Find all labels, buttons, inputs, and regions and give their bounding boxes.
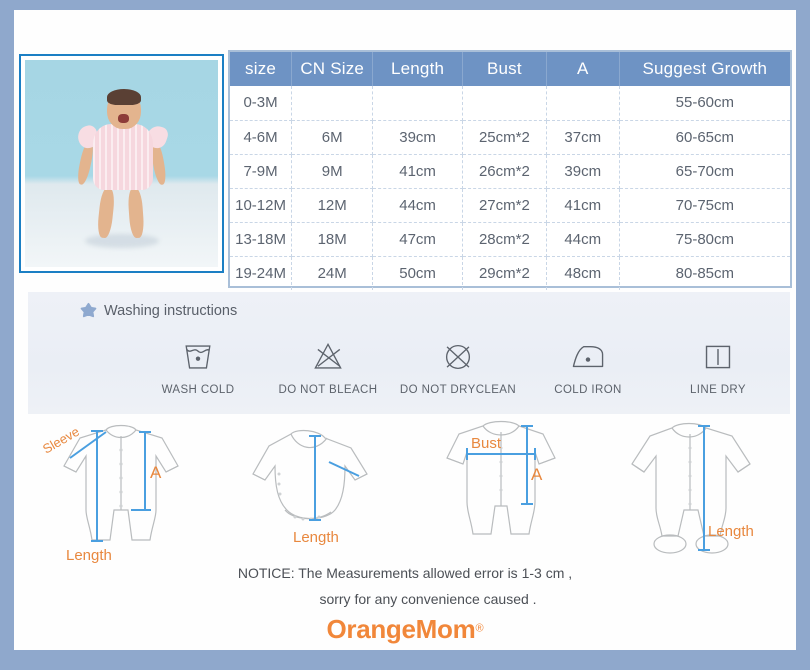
cell-suggest-growth: 60-65cm xyxy=(619,120,790,155)
do-not-bleach-icon xyxy=(268,336,388,378)
cell-a: 41cm xyxy=(546,188,620,223)
cell-size: 4-6M xyxy=(230,120,293,155)
cell-suggest-growth: 65-70cm xyxy=(619,154,790,189)
do-not-dryclean-icon xyxy=(398,336,518,378)
cell-a: 39cm xyxy=(546,154,620,189)
table-row: 10-12M 12M 44cm 27cm*2 41cm 70-75cm xyxy=(230,188,790,223)
care-item-do-not-bleach: DO NOT BLEACH xyxy=(268,336,388,396)
cell-size: 13-18M xyxy=(230,222,293,257)
care-label: DO NOT DRYCLEAN xyxy=(399,384,517,396)
label-bust: Bust xyxy=(471,435,502,452)
column-header-size: size xyxy=(230,52,293,86)
product-photo-frame xyxy=(19,54,224,273)
label-length: Length xyxy=(708,523,754,540)
size-table-grid: size CN Size Length Bust A Suggest Growt… xyxy=(230,52,790,290)
cell-length: 47cm xyxy=(372,222,463,257)
care-label: LINE DRY xyxy=(689,384,747,396)
cell-length: 44cm xyxy=(372,188,463,223)
cold-iron-icon xyxy=(528,336,648,378)
size-chart-page: size CN Size Length Bust A Suggest Growt… xyxy=(14,10,796,650)
care-item-cold-iron: COLD IRON xyxy=(528,336,648,396)
diagram-short-sleeve-romper: Bust A xyxy=(409,414,600,564)
care-item-wash-cold: WASH COLD xyxy=(138,336,258,396)
cell-length: 39cm xyxy=(372,120,463,155)
washing-instructions-title: Washing instructions xyxy=(80,302,237,319)
notice-line-1: NOTICE: The Measurements allowed error i… xyxy=(237,565,573,581)
cell-a xyxy=(546,86,620,121)
cell-bust: 26cm*2 xyxy=(462,154,547,189)
table-row: 13-18M 18M 47cm 28cm*2 44cm 75-80cm xyxy=(230,222,790,257)
column-header-bust: Bust xyxy=(462,52,547,86)
cell-size: 10-12M xyxy=(230,188,293,223)
cell-cn-size: 18M xyxy=(291,222,374,257)
wash-cold-icon xyxy=(138,336,258,378)
cell-length: 41cm xyxy=(372,154,463,189)
line-dry-icon xyxy=(658,336,778,378)
cell-a: 37cm xyxy=(546,120,620,155)
label-a: A xyxy=(150,463,162,482)
brand-name: OrangeMom ♥ xyxy=(326,614,475,645)
star-icon xyxy=(80,302,97,318)
bodysuit-outline: Length xyxy=(251,429,368,546)
cell-suggest-growth: 80-85cm xyxy=(675,264,735,282)
label-sleeve: Sleeve xyxy=(40,424,82,457)
table-row: 7-9M 9M 41cm 26cm*2 39cm 65-70cm xyxy=(230,154,790,189)
cell-cn-size: 24M xyxy=(291,256,374,290)
cell-bust: 28cm*2 xyxy=(462,222,547,257)
notice-line-2: sorry for any convenience caused . xyxy=(319,591,537,607)
cell-bust xyxy=(462,86,547,121)
label-a: A xyxy=(531,465,543,484)
column-header-length: Length xyxy=(372,52,463,86)
cell-a: 48cm xyxy=(546,256,620,290)
label-length: Length xyxy=(293,529,339,546)
care-label: COLD IRON xyxy=(554,384,622,396)
care-item-line-dry: LINE DRY xyxy=(658,336,778,396)
table-row: 4-6M 6M 39cm 25cm*2 37cm 60-65cm xyxy=(230,120,790,155)
cell-size: 7-9M xyxy=(230,154,293,189)
footed-sleepsuit-outline: Length xyxy=(630,422,754,554)
washing-instructions-label: Washing instructions xyxy=(104,302,238,319)
care-item-do-not-dryclean: DO NOT DRYCLEAN xyxy=(398,336,518,396)
cell-size: 0-3M xyxy=(230,86,293,121)
column-header-suggest-growth: Suggest Growth xyxy=(619,52,790,86)
diagram-footed-sleepsuit: Length xyxy=(600,414,791,564)
long-sleeve-romper-outline: Sleeve A Length xyxy=(40,424,179,564)
cell-bust: 27cm*2 xyxy=(462,188,547,223)
cell-length xyxy=(372,86,463,121)
diagram-long-sleeve-bodysuit: Length xyxy=(219,414,410,564)
heart-icon: ♥ xyxy=(332,623,340,635)
cell-length: 50cm xyxy=(372,256,463,290)
cell-a: 44cm xyxy=(546,222,620,257)
brand-name-text: OrangeMom xyxy=(326,614,476,644)
cell-cn-size: 9M xyxy=(291,154,374,189)
cell-suggest-growth: 70-75cm xyxy=(619,188,790,223)
cell-cn-size xyxy=(291,86,374,121)
product-photo xyxy=(25,60,218,267)
table-row: 19-24M 24M 50cm 29cm*2 48cm 80-85cm xyxy=(230,256,790,290)
column-header-cn-size: CN Size xyxy=(291,52,374,86)
diagram-long-sleeve-romper-front: Sleeve A Length xyxy=(28,414,219,564)
cell-bust: 25cm*2 xyxy=(462,120,547,155)
baby-illustration xyxy=(25,60,218,267)
cell-cn-size: 12M xyxy=(291,188,374,223)
care-symbol-row: WASH COLD DO NOT BLEACH DO NOT DRYCLEAN … xyxy=(138,336,778,396)
cell-bust: 29cm*2 xyxy=(462,256,547,290)
care-label: WASH COLD xyxy=(161,384,235,396)
size-table: size CN Size Length Bust A Suggest Growt… xyxy=(228,50,792,290)
washing-instructions-panel: Washing instructions WASH COLD DO NOT BL… xyxy=(28,292,790,414)
table-header-row: size CN Size Length Bust A Suggest Growt… xyxy=(230,52,790,86)
table-row: 0-3M 55-60cm xyxy=(230,86,790,121)
cell-suggest-growth: 55-60cm xyxy=(619,86,790,121)
cell-cn-size: 6M xyxy=(291,120,374,155)
cell-size: 19-24M xyxy=(230,256,293,290)
garment-diagram-row: Sleeve A Length Length Bust A Length xyxy=(28,414,790,564)
short-sleeve-romper-outline: Bust A xyxy=(446,420,556,535)
notice-block: NOTICE: The Measurements allowed error i… xyxy=(14,560,796,612)
column-header-a: A xyxy=(546,52,620,86)
cell-suggest-growth: 75-80cm xyxy=(619,222,790,257)
brand-logo: OrangeMom ♥ ® xyxy=(14,614,796,645)
registered-mark: ® xyxy=(475,622,484,635)
care-label: DO NOT BLEACH xyxy=(278,384,378,396)
